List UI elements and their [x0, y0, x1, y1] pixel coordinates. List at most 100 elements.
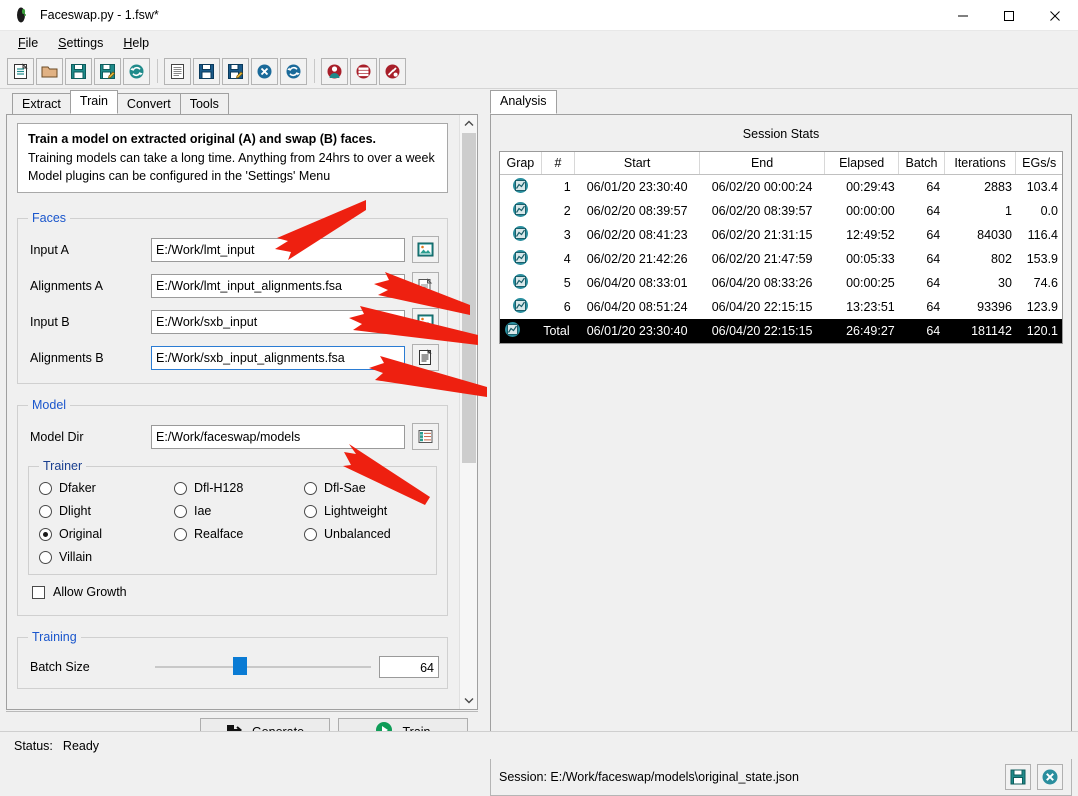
- table-row[interactable]: 6 06/04/20 08:51:24 06/04/20 22:15:15 13…: [500, 295, 1062, 319]
- slider-thumb[interactable]: [232, 657, 247, 675]
- cell-iterations: 802: [991, 251, 1012, 266]
- tab-convert[interactable]: Convert: [116, 93, 181, 115]
- radio-dfl-h128[interactable]: Dfl-H128: [174, 481, 304, 495]
- col-end[interactable]: End: [699, 152, 826, 175]
- radio-dlight[interactable]: Dlight: [39, 504, 174, 518]
- radio-lightweight[interactable]: Lightweight: [304, 504, 430, 518]
- graph-icon[interactable]: [512, 177, 529, 197]
- menu-help[interactable]: Help: [113, 34, 159, 52]
- cell-iterations: 181142: [971, 323, 1012, 338]
- save-project-as-icon[interactable]: [94, 57, 121, 85]
- graph-icon-cell[interactable]: [500, 295, 541, 319]
- graph-icon[interactable]: [512, 273, 529, 293]
- open-folder-icon[interactable]: [36, 57, 63, 85]
- graph-icon[interactable]: [504, 321, 521, 341]
- cell-batch: 64: [926, 275, 941, 290]
- radio-dfaker[interactable]: Dfaker: [39, 481, 174, 495]
- col-egs[interactable]: EGs/s: [1015, 152, 1062, 175]
- left-panel-scrollbar[interactable]: [459, 115, 477, 709]
- graph-icon-cell[interactable]: [500, 199, 541, 223]
- graph-icon-cell[interactable]: [500, 319, 541, 343]
- maximize-button[interactable]: [986, 0, 1032, 31]
- close-button[interactable]: [1032, 0, 1078, 31]
- graph-icon[interactable]: [512, 225, 529, 245]
- save-project-icon[interactable]: [65, 57, 92, 85]
- col-batch[interactable]: Batch: [898, 152, 945, 175]
- model-dir-field[interactable]: [151, 424, 405, 449]
- cell-batch: 64: [926, 227, 941, 242]
- alignments-tool-icon[interactable]: [350, 57, 377, 85]
- allow-growth-checkbox[interactable]: Allow Growth: [32, 585, 439, 599]
- graph-icon[interactable]: [512, 249, 529, 269]
- new-task-icon[interactable]: [164, 57, 191, 85]
- file-doc-icon[interactable]: [412, 344, 439, 371]
- input-b-field[interactable]: [151, 309, 405, 334]
- graph-icon-cell[interactable]: [500, 174, 541, 199]
- session-bar: Session: E:/Work/faceswap/models\origina…: [490, 758, 1072, 796]
- cell-elapsed: 12:49:52: [846, 227, 895, 242]
- graph-icon-cell[interactable]: [500, 223, 541, 247]
- table-row[interactable]: 5 06/04/20 08:33:01 06/04/20 08:33:26 00…: [500, 271, 1062, 295]
- folder-list-icon[interactable]: [412, 423, 439, 450]
- col-graph[interactable]: Grap: [500, 152, 542, 175]
- tab-extract[interactable]: Extract: [12, 93, 71, 115]
- graph-icon[interactable]: [512, 201, 529, 221]
- graph-icon[interactable]: [512, 297, 529, 317]
- new-project-icon[interactable]: [7, 57, 34, 85]
- window-title: Faceswap.py - 1.fsw*: [40, 8, 159, 22]
- tab-tools[interactable]: Tools: [179, 93, 229, 115]
- alignments-b-field[interactable]: [151, 345, 405, 370]
- alignments-a-field[interactable]: [151, 273, 405, 298]
- table-row[interactable]: 2 06/02/20 08:39:57 06/02/20 08:39:57 00…: [500, 199, 1062, 223]
- radio-villain[interactable]: Villain: [39, 550, 174, 564]
- col-elapsed[interactable]: Elapsed: [824, 152, 900, 175]
- effmpeg-tool-icon[interactable]: [379, 57, 406, 85]
- batch-size-slider[interactable]: [155, 657, 371, 675]
- cell-end: 06/04/20 22:15:15: [711, 299, 813, 314]
- save-task-as-icon[interactable]: [222, 57, 249, 85]
- radio-realface[interactable]: Realface: [174, 527, 304, 541]
- save-session-icon[interactable]: [1005, 764, 1031, 790]
- reload-task-icon[interactable]: [280, 57, 307, 85]
- scrollbar-thumb[interactable]: [462, 133, 476, 463]
- close-session-icon[interactable]: [1037, 764, 1063, 790]
- graph-icon-cell[interactable]: [500, 247, 541, 271]
- radio-unbalanced[interactable]: Unbalanced: [304, 527, 430, 541]
- cell-end: 06/02/20 21:47:59: [711, 251, 813, 266]
- input-a-field[interactable]: [151, 237, 405, 262]
- radio-label: Villain: [59, 550, 93, 564]
- cell-number: 5: [563, 275, 571, 290]
- radio-iae[interactable]: Iae: [174, 504, 304, 518]
- graph-icon-cell[interactable]: [500, 271, 541, 295]
- radio-original[interactable]: Original: [39, 527, 174, 541]
- radio-label: Dfl-Sae: [324, 481, 366, 495]
- tab-train[interactable]: Train: [69, 90, 118, 114]
- minimize-button[interactable]: [940, 0, 986, 31]
- cell-end: 06/02/20 00:00:24: [711, 179, 813, 194]
- info-heading: Train a model on extracted original (A) …: [28, 132, 376, 146]
- cell-elapsed: 00:29:43: [846, 179, 895, 194]
- table-row[interactable]: 1 06/01/20 23:30:40 06/02/20 00:00:24 00…: [500, 174, 1062, 199]
- batch-size-value[interactable]: 64: [379, 656, 439, 678]
- radio-dfl-sae[interactable]: Dfl-Sae: [304, 481, 430, 495]
- cell-egs: 0.0: [1040, 203, 1058, 218]
- col-number[interactable]: #: [541, 152, 576, 175]
- table-row[interactable]: 4 06/02/20 21:42:26 06/02/20 21:47:59 00…: [500, 247, 1062, 271]
- clear-task-icon[interactable]: [251, 57, 278, 85]
- alignments-b-label: Alignments B: [30, 350, 104, 365]
- table-row-total[interactable]: Total 06/01/20 23:30:40 06/04/20 22:15:1…: [500, 318, 1062, 343]
- col-iterations[interactable]: Iterations: [944, 152, 1017, 175]
- file-page-icon[interactable]: [412, 272, 439, 299]
- image-folder-icon[interactable]: [412, 236, 439, 263]
- table-row[interactable]: 3 06/02/20 08:41:23 06/02/20 21:31:15 12…: [500, 223, 1062, 247]
- menu-settings[interactable]: Settings: [48, 34, 113, 52]
- scroll-up-arrow-icon[interactable]: [460, 115, 477, 132]
- tab-analysis[interactable]: Analysis: [490, 90, 557, 114]
- image-folder-icon[interactable]: [412, 308, 439, 335]
- menu-file[interactable]: FFileile: [8, 34, 48, 52]
- extract-faces-icon[interactable]: [321, 57, 348, 85]
- col-start[interactable]: Start: [574, 152, 701, 175]
- reload-project-icon[interactable]: [123, 57, 150, 85]
- scroll-down-arrow-icon[interactable]: [460, 692, 477, 709]
- save-task-icon[interactable]: [193, 57, 220, 85]
